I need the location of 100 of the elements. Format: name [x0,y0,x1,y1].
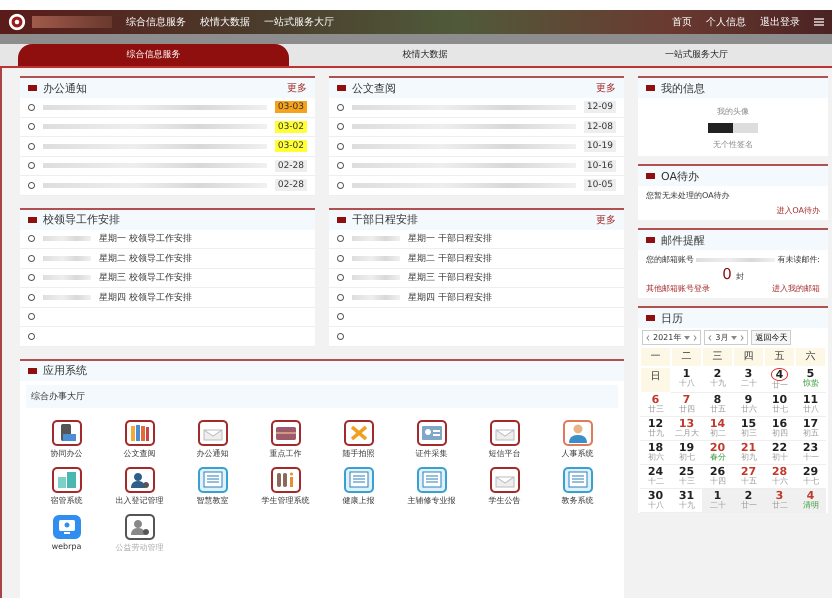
calendar-day[interactable]: 21 初九 [733,441,764,465]
redacted-text-bar [43,275,91,280]
schedule-link[interactable]: 星期一 校领导工作安排 [99,232,192,246]
app-shortcut[interactable]: 公文查阅 [103,420,176,458]
app-shortcut[interactable]: 短信平台 [468,420,541,458]
app-shortcut[interactable]: 办公通知 [176,420,249,458]
calendar-day[interactable]: 16 初四 [764,417,795,441]
tab[interactable]: 综合信息服务 [18,44,290,66]
weekday-header: 六 [795,347,826,367]
calendar-day[interactable]: 1 十八 [671,367,702,393]
title-marker-icon [337,216,346,222]
nav-link[interactable]: 综合信息服务 [126,15,186,29]
calendar-day[interactable]: 22 初十 [764,441,795,465]
calendar-day[interactable]: 6 廿三 [640,393,671,417]
calendar-day[interactable]: 14 初二 [702,417,733,441]
schedule-link[interactable]: 星期四 校领导工作安排 [99,290,192,304]
chevron-right-icon[interactable] [693,334,698,340]
calendar-day[interactable]: 10 廿七 [764,393,795,417]
calendar-day[interactable]: 4 廿一 [764,367,795,393]
redacted-text-bar [352,275,400,280]
briefcase-icon [270,420,300,446]
app-shortcut[interactable]: 重点工作 [249,420,322,458]
calendar-day[interactable]: 9 廿六 [733,393,764,417]
calendar-day[interactable]: 5 惊蛰 [795,367,826,393]
schedule-link[interactable]: 星期三 干部日程安排 [408,271,492,284]
nav-link[interactable]: 一站式服务大厅 [264,15,334,29]
calendar-day[interactable]: 15 初三 [733,417,764,441]
more-link[interactable]: 更多 [596,81,616,95]
caret-icon [684,336,690,340]
month-select[interactable]: 3月 [704,330,748,345]
calendar-day[interactable]: 19 初七 [671,441,702,465]
schedule-link[interactable]: 星期三 校领导工作安排 [99,271,192,284]
calendar-day[interactable]: 30 十八 [640,489,671,513]
calendar-day[interactable]: 3 廿二 [764,489,795,513]
date-tag: 12-08 [584,120,616,133]
calendar-day[interactable]: 4 清明 [795,489,826,513]
app-shortcut[interactable]: 教务系统 [541,466,614,506]
more-link[interactable]: 更多 [596,212,616,226]
schedule-link[interactable]: 星期一 干部日程安排 [408,232,492,246]
schedule-link[interactable]: 星期二 校领导工作安排 [99,252,192,265]
panel-title: 邮件提醒 [661,232,705,248]
count-unit: 封 [736,272,744,281]
calendar-day[interactable]: 8 廿五 [702,393,733,417]
school-emblem-icon [8,13,26,31]
nav-link[interactable]: 校情大数据 [200,15,250,29]
nav-link[interactable]: 退出登录 [760,15,800,29]
calendar-day[interactable]: 18 初六 [640,441,671,465]
calendar-day[interactable]: 12 廿九 [640,417,671,441]
nav-link[interactable]: 首页 [672,15,692,29]
app-shortcut[interactable]: 学生公告 [468,466,541,506]
app-shortcut[interactable]: 人事系统 [541,420,614,458]
app-shortcut[interactable]: 主辅修专业报 [395,466,468,506]
app-shortcut[interactable]: 协同办公 [30,420,103,458]
chevron-right-icon[interactable] [740,334,744,340]
app-shortcut[interactable]: webrpa [30,514,103,552]
menu-icon[interactable] [814,17,824,27]
tab[interactable]: 校情大数据 [289,44,561,66]
bullet-icon [337,313,344,320]
calendar-day[interactable]: 2 廿一 [733,489,764,513]
tab[interactable]: 一站式服务大厅 [560,44,832,66]
calendar-day[interactable]: 23 十一 [795,441,826,465]
phone-icon [52,420,82,446]
more-link[interactable]: 更多 [287,81,307,95]
chevron-left-icon[interactable] [646,334,650,340]
calendar-day[interactable]: 17 初五 [795,417,826,441]
unread-count: 0 [722,265,732,283]
bullet-icon [337,254,344,262]
bullet-icon [28,123,35,130]
schedule-link[interactable]: 星期四 干部日程安排 [408,290,492,304]
app-shortcut[interactable]: 随手拍照 [322,420,395,458]
calendar-day[interactable]: 7 廿四 [671,393,702,417]
schedule-link[interactable]: 星期二 干部日程安排 [408,252,492,265]
calendar-day[interactable]: 2 十九 [702,367,733,393]
nav-link[interactable]: 个人信息 [706,15,746,29]
bullet-icon [28,162,35,170]
bullet-icon [337,162,344,170]
year-select[interactable]: 2021年 [642,330,702,345]
panel-title: 干部日程安排 [352,212,418,227]
calendar-day[interactable]: 25 十三 [671,465,702,489]
mail-login-link[interactable]: 其他邮箱账号登录 [646,283,710,294]
calendar-day[interactable]: 13 二月大 [671,417,702,441]
calendar-day[interactable]: 24 十二 [640,465,671,489]
app-shortcut[interactable]: 健康上报 [322,466,395,506]
list-icon [562,466,592,492]
app-shortcut[interactable]: 学生管理系统 [249,466,322,506]
app-shortcut[interactable]: 宿管系统 [30,466,103,506]
app-shortcut[interactable]: 证件采集 [395,420,468,458]
section-heading: 综合办事大厅 [26,384,618,408]
app-shortcut[interactable]: 智慧教室 [176,466,249,506]
redacted-text-bar [352,256,400,261]
oa-link[interactable]: 进入OA待办 [776,206,820,215]
calendar-day[interactable]: 20 春分 [702,441,733,465]
mailbox-link[interactable]: 进入我的邮箱 [772,283,820,294]
chevron-left-icon[interactable] [708,334,712,340]
calendar-day[interactable]: 1 二十 [702,489,733,513]
app-shortcut[interactable]: 出入登记管理 [103,466,176,506]
calendar-day[interactable]: 11 廿八 [795,393,826,417]
calendar-day[interactable]: 3 二十 [733,367,764,393]
date-tag: 03-02 [274,120,307,133]
today-button[interactable]: 返回今天 [751,330,792,345]
